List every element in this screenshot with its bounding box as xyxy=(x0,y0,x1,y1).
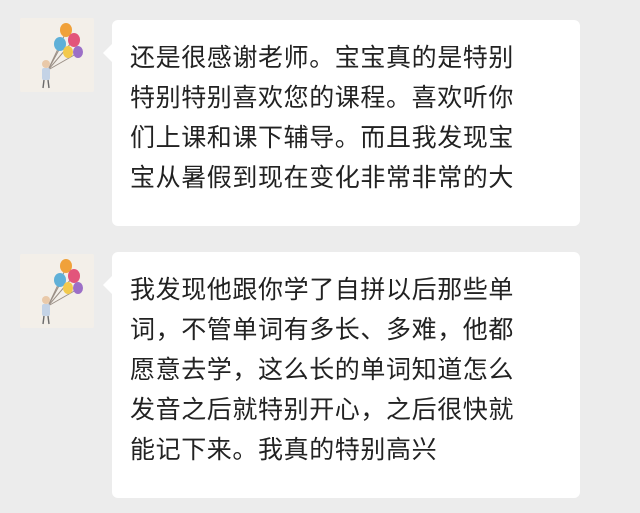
balloon-avatar-icon xyxy=(20,18,94,92)
message-bubble[interactable]: 还是很感谢老师。宝宝真的是特别 特别特别喜欢您的课程。喜欢听你 们上课和课下辅导… xyxy=(103,20,580,226)
balloon-avatar-icon xyxy=(20,254,94,328)
sender-avatar[interactable] xyxy=(20,18,94,92)
message-bubble[interactable]: 我发现他跟你学了自拼以后那些单 词，不管单词有多长、多难，他都 愿意去学，这么长… xyxy=(103,252,580,498)
sender-avatar[interactable] xyxy=(20,254,94,328)
